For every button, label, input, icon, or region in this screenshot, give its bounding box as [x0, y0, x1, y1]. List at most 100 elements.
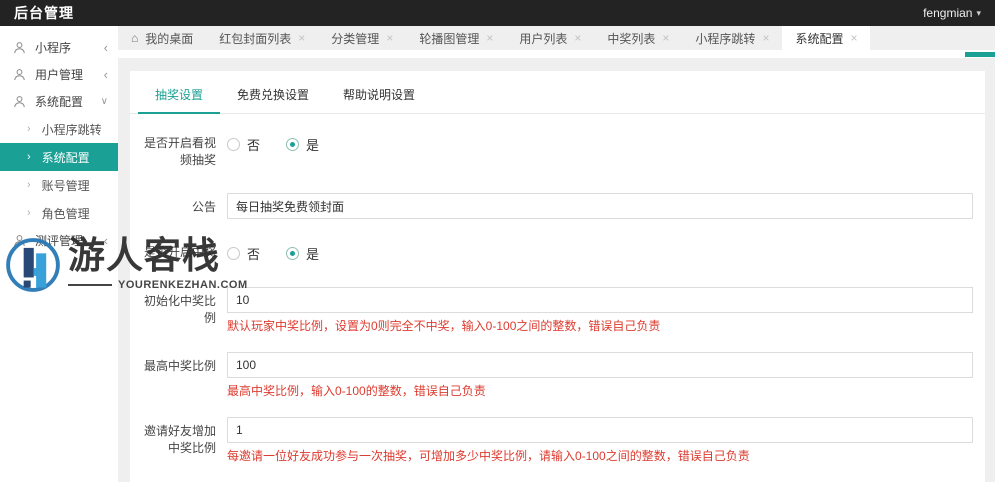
- field-label: 是否开启中奖: [143, 245, 216, 259]
- field-hint: 最高中奖比例，输入0-100的整数，错误自己负责: [227, 384, 486, 398]
- radio-label: 是: [306, 138, 320, 153]
- field-label: 公告: [191, 200, 216, 214]
- radio-label: 是: [306, 247, 320, 262]
- close-icon[interactable]: ×: [574, 32, 581, 44]
- tab-my-desktop[interactable]: ⌂ 我的桌面: [118, 26, 206, 50]
- username: fengmian: [923, 6, 973, 20]
- topbar: 后台管理 fengmian ▾: [0, 0, 995, 26]
- tab-scrollbar: [118, 50, 995, 58]
- field-hint: 默认玩家中奖比例，设置为0则完全不中奖，输入0-100之间的整数，错误自己负责: [227, 319, 661, 333]
- tab-redpacket-cover-list[interactable]: 红包封面列表 ×: [206, 26, 318, 50]
- sidebar-item-system-config[interactable]: 系统配置 ∨: [0, 88, 118, 115]
- close-icon[interactable]: ×: [386, 32, 393, 44]
- form-row-notice: 公告: [142, 193, 973, 219]
- radio-win-yes[interactable]: 是: [286, 244, 319, 263]
- tab-system-config[interactable]: 系统配置 ×: [782, 26, 871, 50]
- lottery-settings-form: 是否开启看视频抽奖 否 是 公告 每日抽奖免费领封面 是否开启中奖 否 是 初始…: [130, 114, 985, 482]
- sidebar-subitem-role-management[interactable]: › 角色管理: [0, 199, 118, 227]
- tab-label: 轮播图管理: [419, 31, 480, 46]
- user-icon: [14, 42, 25, 54]
- sidebar-item-miniprogram[interactable]: 小程序 ‹: [0, 34, 118, 61]
- tab-label: 中奖列表: [607, 31, 656, 46]
- arrow-right-icon: ›: [27, 179, 31, 191]
- user-icon: [14, 235, 25, 247]
- radio-video-yes[interactable]: 是: [286, 135, 319, 154]
- window-tabbar: ⌂ 我的桌面 红包封面列表 × 分类管理 × 轮播图管理 × 用户列表 × 中奖…: [118, 26, 995, 50]
- sidebar-item-user-management[interactable]: 用户管理 ‹: [0, 61, 118, 88]
- home-icon: ⌂: [131, 31, 139, 45]
- radio-win-no[interactable]: 否: [227, 244, 260, 263]
- arrow-right-icon: ›: [27, 207, 31, 219]
- sidebar-subitem-label: 账号管理: [41, 178, 90, 193]
- chevron-down-icon: ∨: [100, 95, 108, 107]
- user-icon: [14, 96, 25, 108]
- field-label: 初始化中奖比例: [143, 294, 216, 325]
- radio-icon: [227, 138, 240, 151]
- radio-icon: [227, 247, 240, 260]
- tab-label: 系统配置: [795, 31, 844, 46]
- tab-free-exchange-settings[interactable]: 免费兑换设置: [220, 80, 326, 113]
- tab-help-settings[interactable]: 帮助说明设置: [326, 80, 432, 113]
- radio-label: 否: [247, 247, 261, 262]
- radio-video-no[interactable]: 否: [227, 135, 260, 154]
- chevron-left-icon: ‹: [103, 67, 108, 82]
- sidebar-subitem-system-config[interactable]: › 系统配置: [0, 143, 118, 171]
- sidebar-subitem-miniprogram-jump[interactable]: › 小程序跳转: [0, 115, 118, 143]
- sidebar-item-label: 系统配置: [35, 95, 84, 109]
- arrow-right-icon: ›: [27, 151, 31, 163]
- tab-winner-list[interactable]: 中奖列表 ×: [594, 26, 682, 50]
- main-area: ⌂ 我的桌面 红包封面列表 × 分类管理 × 轮播图管理 × 用户列表 × 中奖…: [118, 26, 995, 482]
- close-icon[interactable]: ×: [662, 32, 669, 44]
- tab-label: 红包封面列表: [219, 31, 292, 46]
- tab-category-management[interactable]: 分类管理 ×: [318, 26, 406, 50]
- form-row-invite-ratio: 邀请好友增加中奖比例 每邀请一位好友成功参与一次抽奖，可增加多少中奖比例，请输入…: [142, 417, 973, 463]
- app-title: 后台管理: [14, 5, 74, 21]
- sidebar-item-review-management[interactable]: 测评管理 ‹: [0, 227, 118, 254]
- close-icon[interactable]: ×: [486, 32, 493, 44]
- radio-checked-icon: [286, 138, 300, 151]
- tab-label: 小程序跳转: [695, 31, 756, 46]
- sidebar-item-label: 小程序: [35, 41, 72, 55]
- radio-checked-icon: [286, 247, 300, 260]
- tab-label: 用户列表: [519, 31, 568, 46]
- sidebar: 小程序 ‹ 用户管理 ‹ 系统配置 ∨ › 小程序跳转 › 系统配置 › 账号管…: [0, 26, 118, 482]
- form-row-max-ratio: 最高中奖比例 最高中奖比例，输入0-100的整数，错误自己负责: [142, 352, 973, 398]
- sidebar-item-label: 用户管理: [35, 68, 84, 82]
- close-icon[interactable]: ×: [298, 32, 305, 44]
- tab-carousel-management[interactable]: 轮播图管理 ×: [406, 26, 506, 50]
- content-panel: 抽奖设置 免费兑换设置 帮助说明设置 是否开启看视频抽奖 否 是 公告 每日抽奖…: [130, 71, 985, 482]
- settings-tabs: 抽奖设置 免费兑换设置 帮助说明设置: [130, 71, 985, 114]
- user-icon: [14, 69, 25, 81]
- close-icon[interactable]: ×: [762, 32, 769, 44]
- invite-ratio-input[interactable]: [227, 417, 973, 443]
- max-ratio-input[interactable]: [227, 352, 973, 378]
- sidebar-item-label: 测评管理: [35, 234, 84, 248]
- tab-label: 分类管理: [331, 31, 380, 46]
- radio-label: 否: [247, 138, 261, 153]
- caret-down-icon: ▾: [976, 7, 981, 18]
- admin-screen: 后台管理 fengmian ▾ 小程序 ‹ 用户管理 ‹ 系统配置 ∨ › 小程…: [0, 0, 995, 482]
- notice-input[interactable]: [227, 193, 973, 219]
- user-menu[interactable]: fengmian ▾: [923, 6, 981, 20]
- tab-miniprogram-jump[interactable]: 小程序跳转 ×: [682, 26, 782, 50]
- tab-lottery-settings[interactable]: 抽奖设置: [138, 80, 221, 114]
- tab-label: 我的桌面: [145, 31, 194, 46]
- field-label: 最高中奖比例: [143, 359, 216, 373]
- field-label: 邀请好友增加中奖比例: [143, 424, 216, 455]
- sidebar-subitem-label: 系统配置: [41, 150, 90, 165]
- sidebar-subitem-account-management[interactable]: › 账号管理: [0, 171, 118, 199]
- init-ratio-input[interactable]: [227, 287, 973, 313]
- sidebar-subitem-label: 角色管理: [41, 206, 90, 221]
- form-row-win-enabled: 是否开启中奖 否 是: [142, 238, 973, 263]
- field-label: 是否开启看视频抽奖: [143, 136, 216, 167]
- sidebar-subitem-label: 小程序跳转: [41, 122, 102, 137]
- form-row-video-lottery: 是否开启看视频抽奖 否 是: [142, 129, 973, 169]
- chevron-left-icon: ‹: [103, 40, 108, 55]
- chevron-left-icon: ‹: [103, 233, 108, 248]
- field-hint: 每邀请一位好友成功参与一次抽奖，可增加多少中奖比例，请输入0-100之间的整数，…: [227, 449, 750, 463]
- arrow-right-icon: ›: [27, 123, 31, 135]
- tab-user-list[interactable]: 用户列表 ×: [506, 26, 594, 50]
- close-icon[interactable]: ×: [850, 32, 857, 44]
- form-row-init-ratio: 初始化中奖比例 默认玩家中奖比例，设置为0则完全不中奖，输入0-100之间的整数…: [142, 287, 973, 333]
- tab-scrollbar-thumb[interactable]: [965, 52, 995, 57]
